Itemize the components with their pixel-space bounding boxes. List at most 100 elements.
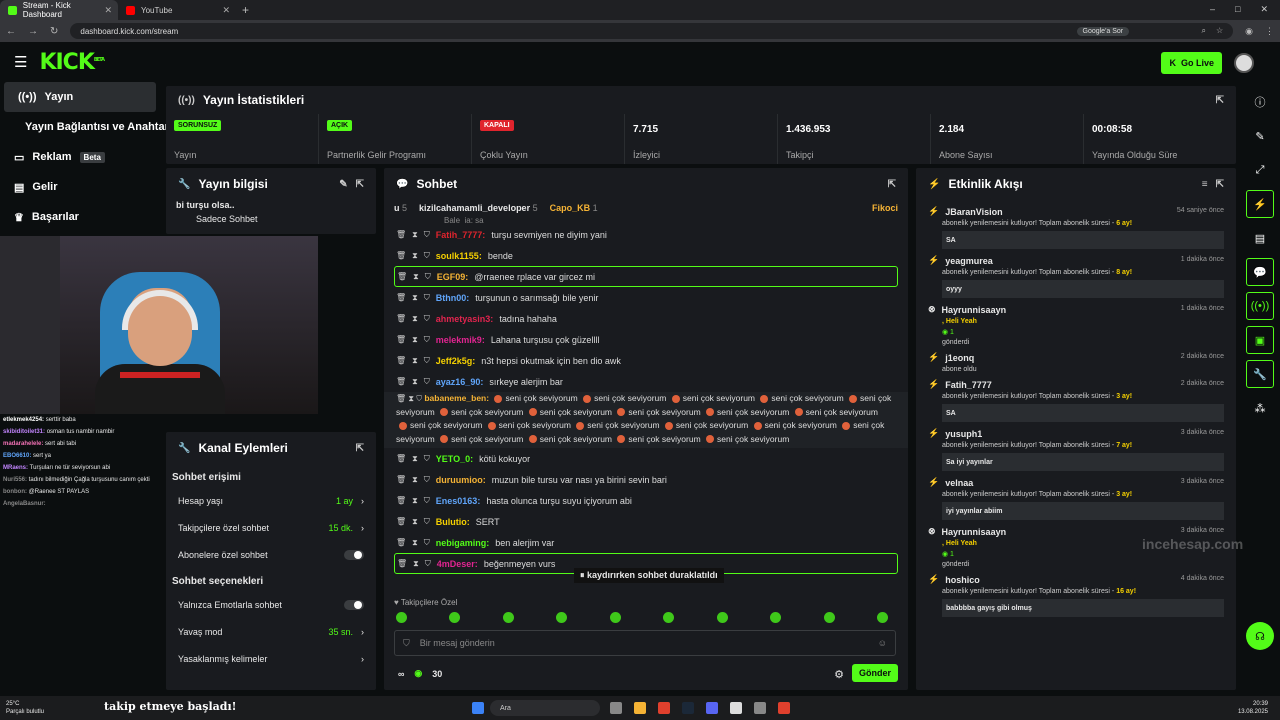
toggle-switch[interactable]: [344, 549, 364, 560]
chat-bubble-icon[interactable]: 💬: [1246, 258, 1274, 286]
hamburger-menu-icon[interactable]: ☰: [14, 53, 27, 71]
emote-icon[interactable]: [663, 612, 675, 623]
fullscreen-icon[interactable]: ⤢: [1246, 156, 1274, 184]
setting-control[interactable]: 1 ay ›: [336, 496, 364, 506]
event-user[interactable]: yusuph1: [945, 429, 982, 439]
timeout-icon[interactable]: ⧗: [412, 314, 418, 324]
ban-shield-icon[interactable]: ⛉: [424, 377, 430, 387]
delete-icon[interactable]: 🗑: [397, 559, 407, 568]
app-icon[interactable]: [778, 702, 790, 714]
settings-gear-icon[interactable]: ⚙: [834, 668, 844, 681]
chat-username[interactable]: ahmetyasin3:: [436, 314, 494, 324]
timeout-icon[interactable]: ⧗: [412, 377, 418, 387]
ban-shield-icon[interactable]: ⛉: [425, 559, 431, 569]
event-user[interactable]: Fatih_7777: [945, 380, 992, 390]
support-headset-icon[interactable]: ☊: [1246, 622, 1274, 650]
delete-icon[interactable]: 🗑: [396, 496, 406, 505]
timeout-icon[interactable]: ⧗: [412, 230, 418, 240]
chat-username[interactable]: Jeff2k5g:: [436, 356, 476, 366]
share-icon[interactable]: ⁂: [1246, 394, 1274, 422]
filter-icon[interactable]: ≡: [1202, 179, 1208, 190]
chat-message[interactable]: 🗑 ⧗ ⛉ Bulutio: SERT: [384, 511, 908, 532]
chat-message[interactable]: 🗑 ⧗ ⛉ nebigaming: ben alerjim var: [384, 532, 908, 553]
ban-shield-icon[interactable]: ⛉: [424, 314, 430, 324]
taskbar-search[interactable]: Ara: [490, 700, 600, 716]
emote-icon[interactable]: [502, 612, 514, 623]
ban-shield-icon[interactable]: ⛉: [424, 454, 430, 464]
channel-setting-row[interactable]: Takipçilere özel sohbet 15 dk. ›: [166, 514, 376, 541]
chat-message[interactable]: 🗑 ⧗ ⛉ ahmetyasin3: tadına hahaha: [384, 308, 908, 329]
chat-username[interactable]: Enes0163:: [436, 496, 481, 506]
event-user[interactable]: JBaranVision: [945, 207, 1002, 217]
delete-icon[interactable]: 🗑: [396, 335, 406, 344]
chat-username[interactable]: duruumioo:: [436, 475, 486, 485]
timeout-icon[interactable]: ⧗: [412, 293, 418, 303]
emote-icon[interactable]: [823, 612, 835, 623]
minimize-icon[interactable]: –: [1210, 4, 1215, 15]
close-tab-icon[interactable]: ✕: [104, 5, 112, 16]
delete-icon[interactable]: 🗑: [396, 517, 406, 526]
back-icon[interactable]: ←: [6, 26, 16, 37]
chat-message[interactable]: 🗑 ⧗ ⛉ duruumioo: muzun bile tursu var nası y…: [384, 469, 908, 490]
popout-icon[interactable]: ⇱: [1216, 179, 1224, 190]
channel-setting-row[interactable]: Hesap yaşı 1 ay ›: [166, 487, 376, 514]
setting-control[interactable]: 15 dk. ›: [328, 523, 364, 533]
event-user[interactable]: hoshico: [945, 575, 980, 585]
timeout-icon[interactable]: ⧗: [412, 517, 418, 527]
delete-icon[interactable]: 🗑: [396, 314, 406, 323]
tab-youtube[interactable]: YouTube ✕: [118, 0, 236, 20]
tab-kick-dashboard[interactable]: Stream - Kick Dashboard ✕: [0, 0, 118, 20]
close-window-icon[interactable]: ✕: [1260, 4, 1268, 15]
emoji-picker-icon[interactable]: ☺: [878, 638, 887, 648]
task-view-icon[interactable]: [610, 702, 622, 714]
chat-message[interactable]: 🗑 ⧗ ⛉ melekmik9: Lahana turşusu çok güzellll: [384, 329, 908, 350]
popout-icon[interactable]: ⇱: [888, 179, 896, 190]
channel-setting-row[interactable]: Yasaklanmış kelimeler ›: [166, 645, 376, 672]
emote-icon[interactable]: [556, 612, 568, 623]
timeout-icon[interactable]: ⧗: [412, 538, 418, 548]
ban-shield-icon[interactable]: ⛉: [424, 496, 430, 506]
chat-paused-banner[interactable]: ⏸ kaydırırken sohbet duraklatıldı: [574, 568, 724, 583]
ban-shield-icon[interactable]: ⛉: [425, 272, 431, 282]
delete-icon[interactable]: 🗑: [397, 272, 407, 281]
chat-username[interactable]: ayaz16_90:: [436, 377, 484, 387]
emote-icon[interactable]: [449, 612, 461, 623]
chat-message[interactable]: 🗑 ⧗ ⛉ Enes0163: hasta olunca turşu suyu içiy…: [384, 490, 908, 511]
timeout-icon[interactable]: ⧗: [413, 272, 419, 282]
toggle-switch[interactable]: [344, 599, 364, 610]
timeout-icon[interactable]: ⧗: [413, 559, 419, 569]
top-gifter[interactable]: Fikoci: [872, 203, 898, 213]
chat-username[interactable]: 4mDeser:: [437, 559, 478, 569]
delete-icon[interactable]: 🗑: [396, 377, 406, 386]
profile-icon[interactable]: ◉: [1245, 26, 1253, 37]
event-user[interactable]: Hayrunnisaayn: [942, 305, 1007, 315]
maximize-icon[interactable]: □: [1235, 4, 1240, 15]
emote-icon[interactable]: [876, 612, 888, 623]
top-gifter[interactable]: kizilcahamamli_developer 5: [419, 203, 538, 213]
nav-item-achievements[interactable]: ♛ Başarılar: [0, 202, 160, 232]
ban-shield-icon[interactable]: ⛉: [424, 293, 430, 303]
emote-icon[interactable]: [716, 612, 728, 623]
popout-icon[interactable]: ⇱: [1216, 95, 1224, 106]
setting-control[interactable]: ›: [361, 654, 364, 664]
nav-item-stream-key[interactable]: Yayın Bağlantısı ve Anahtarı: [0, 112, 172, 142]
timeout-icon[interactable]: ⧗: [412, 475, 418, 485]
channel-setting-row[interactable]: Yavaş mod 35 sn. ›: [166, 618, 376, 645]
popout-icon[interactable]: ⇱: [356, 443, 364, 454]
screens-icon[interactable]: ▣: [1246, 326, 1274, 354]
ban-shield-icon[interactable]: ⛉: [424, 475, 430, 485]
chat-message[interactable]: 🗑 ⧗ ⛉ Bthn00: turşunun o sarımsağı bile yeni…: [384, 287, 908, 308]
chat-message[interactable]: 🗑 ⧗ ⛉ YETO_0: kötü kokuyor: [384, 448, 908, 469]
reload-icon[interactable]: ↻: [50, 26, 58, 37]
channel-setting-row[interactable]: Abonelere özel sohbet: [166, 541, 376, 568]
bookmark-star-icon[interactable]: ☆: [1216, 26, 1223, 36]
chat-username[interactable]: melekmik9:: [436, 335, 485, 345]
event-user[interactable]: velnaa: [945, 478, 973, 488]
ban-shield-icon[interactable]: ⛉: [424, 538, 430, 548]
notes-icon[interactable]: ▤: [1246, 224, 1274, 252]
event-user[interactable]: j1eonq: [945, 353, 974, 363]
discord-icon[interactable]: [706, 702, 718, 714]
ban-shield-icon[interactable]: ⛉: [424, 335, 430, 345]
chat-message[interactable]: 🗑 ⧗ ⛉ ayaz16_90: sırkeye alerjim bar: [384, 371, 908, 392]
wrench-icon[interactable]: 🔧: [1246, 360, 1274, 388]
